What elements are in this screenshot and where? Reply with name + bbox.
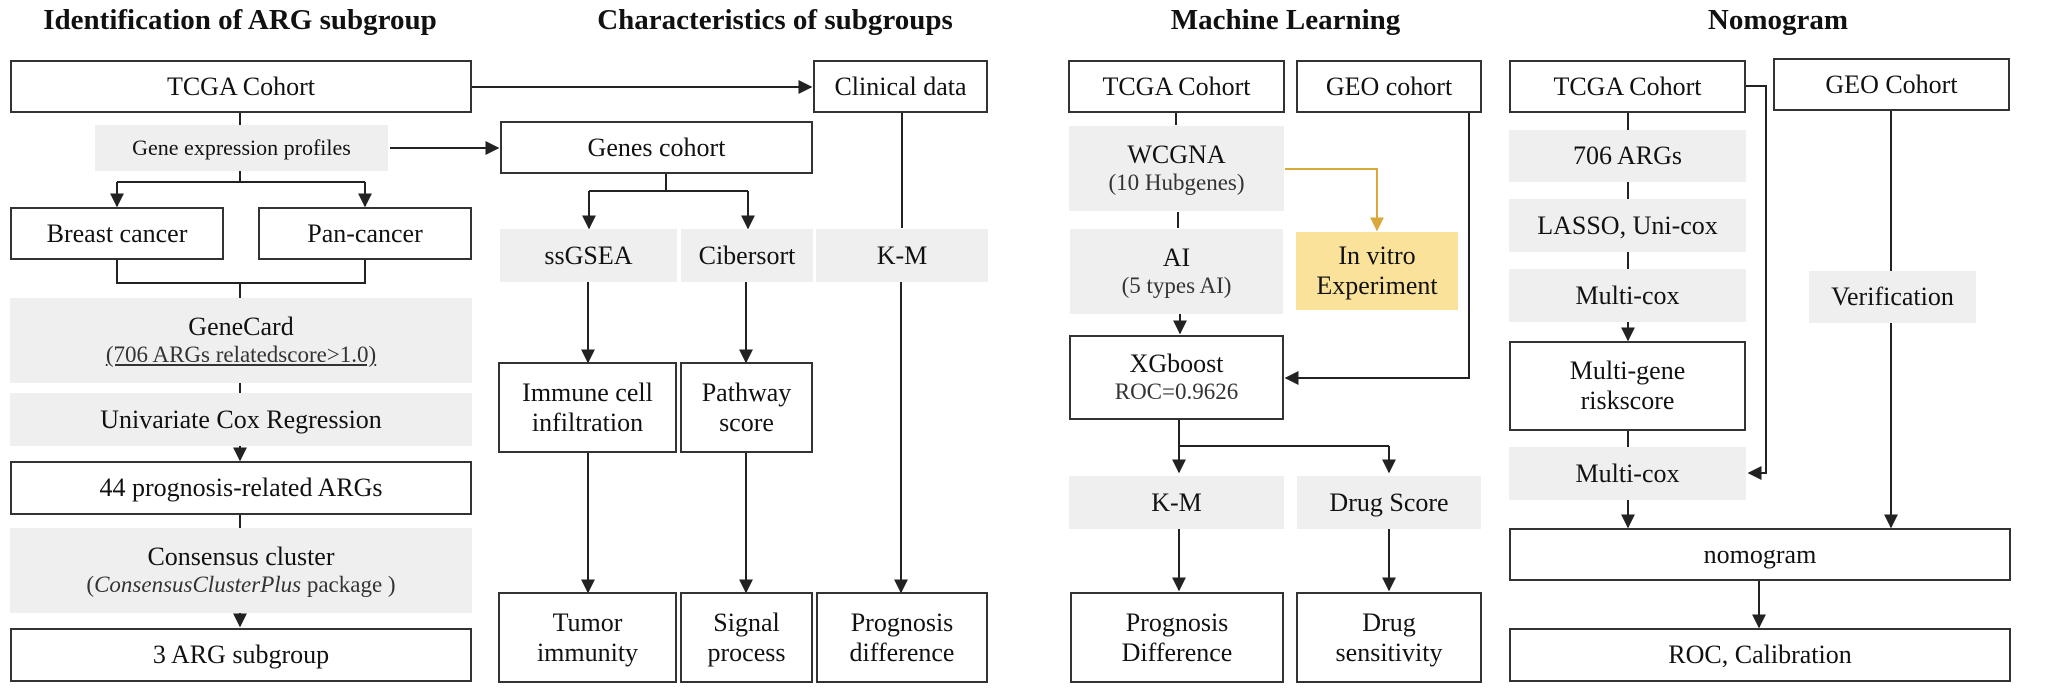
node-label: Signal xyxy=(713,607,780,637)
node-label: Verification xyxy=(1831,282,1954,312)
node-sublabel: (706 ARGs relatedscore>1.0) xyxy=(105,342,377,368)
node-multi-cox-1: Multi-cox xyxy=(1509,269,1746,322)
node-label: LASSO, Uni-cox xyxy=(1537,210,1718,240)
node-label: Pathway xyxy=(701,377,792,407)
node-pan-cancer: Pan-cancer xyxy=(258,207,472,260)
node-3-arg-subgroup: 3 ARG subgroup xyxy=(10,628,472,682)
conn-merge xyxy=(116,258,366,284)
node-label: Cibersort xyxy=(698,240,796,270)
node-immune-cell-infiltration: Immune cell infiltration xyxy=(498,362,677,453)
node-44-prognosis-args: 44 prognosis-related ARGs xyxy=(10,461,472,515)
node-multi-gene-riskscore: Multi-gene riskscore xyxy=(1509,341,1746,431)
node-label: Tumor xyxy=(552,607,623,637)
node-ssgsea: ssGSEA xyxy=(500,229,677,282)
node-label: Drug Score xyxy=(1329,487,1449,517)
arrow-wcgna-invitro xyxy=(1285,168,1384,232)
node-pathway-score: Pathway score xyxy=(680,362,813,453)
node-label: AI xyxy=(1162,243,1191,273)
node-multi-cox-2: Multi-cox xyxy=(1509,447,1746,500)
node-sublabel: (5 types AI) xyxy=(1121,273,1232,299)
node-label: Univariate Cox Regression xyxy=(100,404,382,434)
node-label: Drug xyxy=(1362,607,1416,637)
node-label: Prognosis xyxy=(850,607,954,637)
node-genecard: GeneCard (706 ARGs relatedscore>1.0) xyxy=(10,298,472,383)
node-ml-prognosis-difference: Prognosis Difference xyxy=(1070,592,1284,683)
node-label: immunity xyxy=(536,637,639,667)
node-nomogram: nomogram xyxy=(1509,528,2011,581)
node-label: Genes cohort xyxy=(587,132,726,162)
node-label: score xyxy=(719,407,774,437)
node-label: Immune cell xyxy=(522,377,653,407)
node-wcgna: WCGNA (10 Hubgenes) xyxy=(1069,126,1284,211)
node-sublabel: ROC=0.9626 xyxy=(1114,379,1239,405)
node-verification: Verification xyxy=(1809,271,1976,323)
package-name: ConsensusClusterPlus xyxy=(94,572,302,598)
node-label: Consensus cluster xyxy=(147,542,335,572)
node-drug-score: Drug Score xyxy=(1297,476,1481,529)
node-label: nomogram xyxy=(1703,539,1817,569)
node-label: Clinical data xyxy=(834,71,967,101)
node-xgboost: XGboost ROC=0.9626 xyxy=(1069,335,1284,420)
node-label: TCGA Cohort xyxy=(166,71,316,101)
node-label: GEO Cohort xyxy=(1825,69,1958,99)
node-label: riskscore xyxy=(1580,386,1675,415)
node-label: difference xyxy=(849,637,955,667)
node-consensus-cluster: Consensus cluster (ConsensusClusterPlus … xyxy=(10,528,472,613)
node-label: Prognosis xyxy=(1125,607,1229,637)
node-breast-cancer: Breast cancer xyxy=(10,207,224,260)
node-clinical-data: Clinical data xyxy=(813,60,988,113)
node-gene-expression-profiles: Gene expression profiles xyxy=(95,125,388,171)
node-label: 706 ARGs xyxy=(1572,141,1683,171)
node-label: XGboost xyxy=(1129,349,1224,379)
node-tumor-immunity: Tumor immunity xyxy=(498,592,677,683)
node-km: K-M xyxy=(816,229,988,282)
node-ml-geo-cohort: GEO cohort xyxy=(1296,60,1482,113)
node-label: Difference xyxy=(1121,637,1233,667)
node-sublabel: (ConsensusClusterPlus package ) xyxy=(86,572,395,598)
node-label: WCGNA xyxy=(1127,140,1226,170)
node-label: K-M xyxy=(1151,487,1202,517)
node-706-args: 706 ARGs xyxy=(1509,130,1746,182)
node-label: infiltration xyxy=(531,407,644,437)
node-label: GEO cohort xyxy=(1325,71,1453,101)
node-label: In vitro xyxy=(1338,241,1416,271)
node-cibersort: Cibersort xyxy=(681,229,813,282)
node-label: process xyxy=(707,637,786,667)
arrow-tcga-multicox2 xyxy=(1746,85,1767,480)
paren-open: ( xyxy=(86,572,95,598)
node-ai: AI (5 types AI) xyxy=(1070,229,1283,314)
node-label: TCGA Cohort xyxy=(1553,71,1702,101)
node-in-vitro-experiment: In vitro Experiment xyxy=(1296,232,1458,310)
node-tcga-cohort: TCGA Cohort xyxy=(10,60,472,113)
node-prognosis-difference: Prognosis difference xyxy=(816,592,988,683)
node-label: Multi-cox xyxy=(1575,458,1680,488)
node-label: Multi-gene xyxy=(1569,356,1686,386)
node-signal-process: Signal process xyxy=(680,592,813,683)
paren-close: package ) xyxy=(301,572,396,598)
node-nom-tcga-cohort: TCGA Cohort xyxy=(1509,60,1746,113)
node-label: Breast cancer xyxy=(46,218,188,248)
node-label: K-M xyxy=(876,240,928,270)
node-ml-tcga-cohort: TCGA Cohort xyxy=(1068,60,1285,113)
node-label: ROC, Calibration xyxy=(1668,640,1852,670)
node-label: Pan-cancer xyxy=(307,218,423,248)
node-label: ssGSEA xyxy=(544,240,633,270)
node-roc-calibration: ROC, Calibration xyxy=(1509,628,2011,682)
node-drug-sensitivity: Drug sensitivity xyxy=(1296,592,1482,683)
node-nom-geo-cohort: GEO Cohort xyxy=(1773,58,2010,111)
node-label: Gene expression profiles xyxy=(132,135,351,161)
node-label: Experiment xyxy=(1316,271,1438,300)
node-label: 44 prognosis-related ARGs xyxy=(99,473,383,503)
node-genes-cohort: Genes cohort xyxy=(500,121,813,174)
node-label: sensitivity xyxy=(1335,637,1443,667)
node-ml-km: K-M xyxy=(1069,476,1284,529)
node-label: GeneCard xyxy=(188,312,294,342)
node-lasso-unicox: LASSO, Uni-cox xyxy=(1509,199,1746,252)
node-label: TCGA Cohort xyxy=(1102,71,1251,101)
node-univariate-cox: Univariate Cox Regression xyxy=(10,393,472,446)
node-label: 3 ARG subgroup xyxy=(152,640,330,670)
node-sublabel: (10 Hubgenes) xyxy=(1108,170,1245,196)
node-label: Multi-cox xyxy=(1575,280,1680,310)
